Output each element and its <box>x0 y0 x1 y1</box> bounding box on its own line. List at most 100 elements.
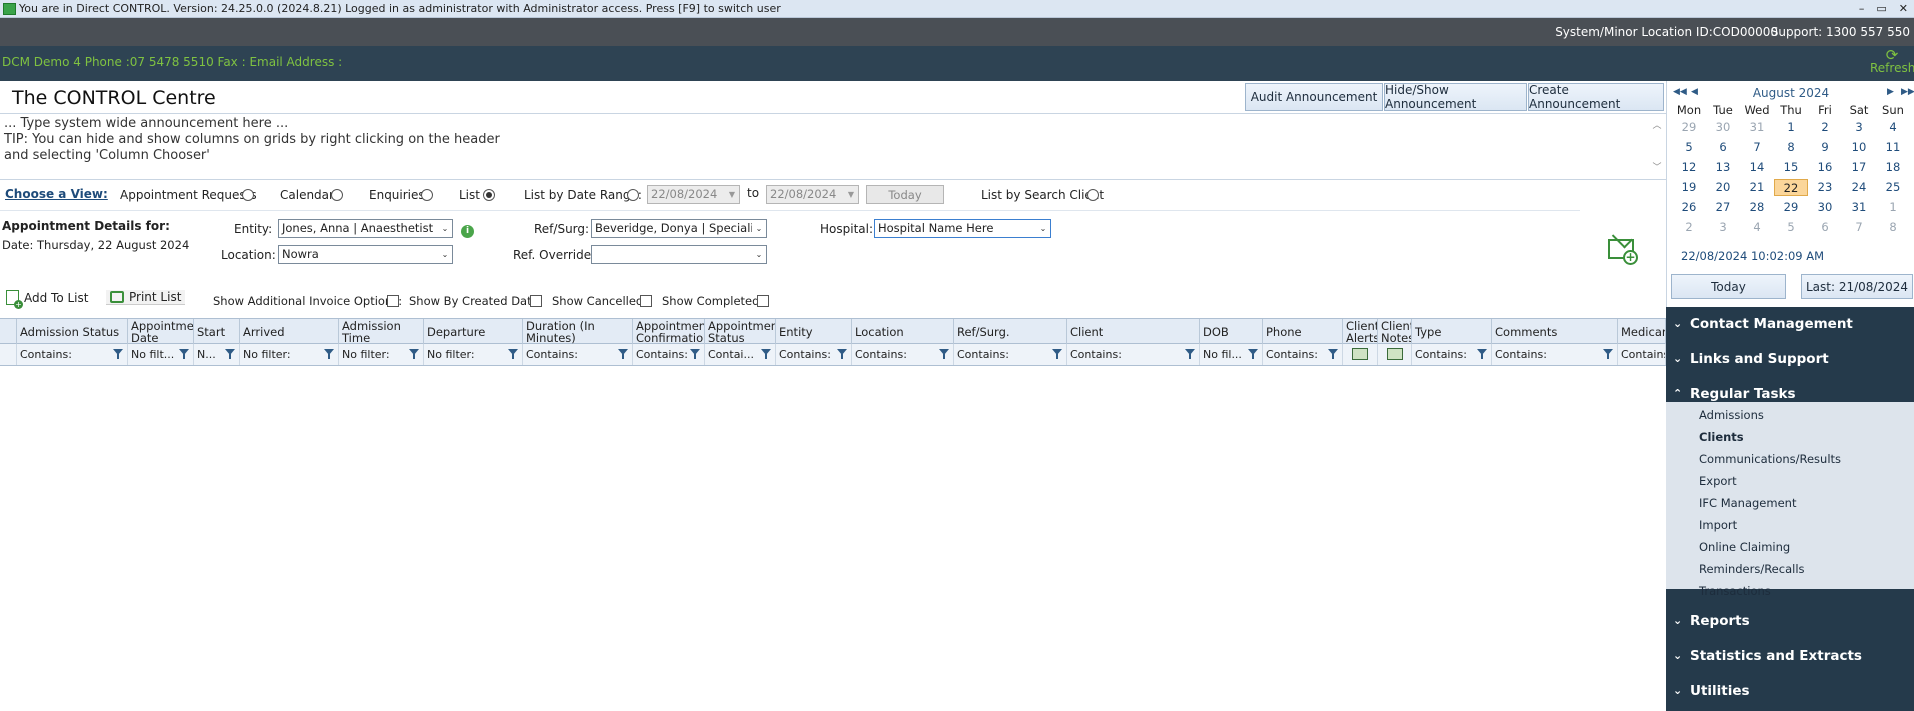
calendar-day[interactable]: 2 <box>1808 119 1842 136</box>
hospital-select[interactable]: Hospital Name Here ⌄ <box>874 219 1051 238</box>
column-filter-cell[interactable] <box>1378 344 1412 365</box>
column-filter-cell[interactable]: No filter: <box>424 344 523 365</box>
column-header[interactable]: Client Alerts <box>1343 319 1378 344</box>
nav-item-ifc-management[interactable]: IFC Management <box>1699 496 1796 510</box>
filter-icon[interactable] <box>1248 349 1258 359</box>
column-filter-cell[interactable]: Contains: <box>1067 344 1200 365</box>
calendar-day[interactable]: 31 <box>1740 119 1774 136</box>
column-filter-cell[interactable]: Contai... <box>705 344 776 365</box>
filter-icon[interactable] <box>618 349 628 359</box>
location-select[interactable]: Nowra ⌄ <box>278 245 453 264</box>
filter-icon[interactable] <box>690 349 700 359</box>
hide-show-announcement-button[interactable]: Hide/Show Announcement <box>1384 83 1527 111</box>
nav-section-contact-management[interactable]: ⌄ Contact Management <box>1666 310 1914 338</box>
filter-icon[interactable] <box>1052 349 1062 359</box>
nav-section-statistics-extracts[interactable]: ⌄ Statistics and Extracts <box>1666 642 1914 670</box>
nav-section-utilities[interactable]: ⌄ Utilities <box>1666 677 1914 705</box>
column-header[interactable]: Departure <box>424 319 523 344</box>
nav-item-communications-results[interactable]: Communications/Results <box>1699 452 1841 466</box>
column-filter-cell[interactable]: No fil... <box>1200 344 1263 365</box>
column-header[interactable]: Appointment Confirmation <box>633 319 705 344</box>
nav-item-online-claiming[interactable]: Online Claiming <box>1699 540 1790 554</box>
chevron-down-icon[interactable]: ⌄ <box>752 246 766 263</box>
column-filter-cell[interactable]: No filter: <box>240 344 339 365</box>
view-date-range-radio[interactable] <box>627 189 639 201</box>
calendar-day[interactable]: 6 <box>1808 219 1842 236</box>
calendar-day[interactable]: 26 <box>1672 199 1706 216</box>
column-header[interactable]: Admission Time <box>339 319 424 344</box>
entity-select[interactable]: Jones, Anna | Anaesthetist | TBA ⌄ <box>278 219 453 238</box>
scroll-up-icon[interactable]: ︿ <box>1652 118 1661 134</box>
chevron-down-icon[interactable]: ⌄ <box>752 220 766 237</box>
client-alerts-icon[interactable] <box>1352 348 1368 360</box>
filter-icon[interactable] <box>324 349 334 359</box>
column-filter-cell[interactable]: N... <box>194 344 240 365</box>
nav-item-reminders-recalls[interactable]: Reminders/Recalls <box>1699 562 1805 576</box>
chevron-down-icon[interactable]: ⌄ <box>1036 220 1050 237</box>
column-filter-cell[interactable]: Contains <box>1618 344 1666 365</box>
filter-icon[interactable] <box>1185 349 1195 359</box>
view-calendar-radio[interactable] <box>331 189 343 201</box>
next-month-icon[interactable]: ▶ <box>1887 87 1894 97</box>
calendar-day[interactable]: 9 <box>1808 139 1842 156</box>
chevron-down-icon[interactable]: ▼ <box>725 186 739 203</box>
calendar-day[interactable]: 7 <box>1842 219 1876 236</box>
column-header[interactable]: Appointment Date <box>128 319 194 344</box>
column-header[interactable]: Phone <box>1263 319 1343 344</box>
info-icon[interactable]: i <box>461 225 474 238</box>
nav-section-links-support[interactable]: ⌄ Links and Support <box>1666 345 1914 373</box>
calendar-day[interactable]: 12 <box>1672 159 1706 176</box>
nav-section-reports[interactable]: ⌄ Reports <box>1666 607 1914 635</box>
filter-icon[interactable] <box>939 349 949 359</box>
column-header[interactable]: Type <box>1412 319 1492 344</box>
calendar-day[interactable]: 30 <box>1808 199 1842 216</box>
calendar-day[interactable]: 18 <box>1876 159 1910 176</box>
calendar-day[interactable]: 28 <box>1740 199 1774 216</box>
maximize-button[interactable]: ▭ <box>1876 0 1886 18</box>
calendar-day[interactable]: 6 <box>1706 139 1740 156</box>
column-header[interactable]: Client Notes <box>1378 319 1412 344</box>
calendar-day[interactable]: 29 <box>1672 119 1706 136</box>
column-header[interactable]: Location <box>852 319 954 344</box>
ref-surg-select[interactable]: Beveridge, Donya | Specialist | T ⌄ <box>591 219 767 238</box>
view-search-client-radio[interactable] <box>1087 189 1099 201</box>
calendar-day[interactable]: 8 <box>1774 139 1808 156</box>
filter-icon[interactable] <box>1477 349 1487 359</box>
nav-item-import[interactable]: Import <box>1699 518 1737 532</box>
column-header[interactable]: Duration (In Minutes) <box>523 319 633 344</box>
column-filter-cell[interactable]: No filt... <box>128 344 194 365</box>
nav-item-transactions[interactable]: Transactions <box>1699 584 1771 598</box>
calendar-day[interactable]: 14 <box>1740 159 1774 176</box>
calendar-day[interactable]: 17 <box>1842 159 1876 176</box>
column-filter-cell[interactable]: Contains: <box>954 344 1067 365</box>
column-header[interactable]: Entity <box>776 319 852 344</box>
view-appointment-requests-radio[interactable] <box>242 189 254 201</box>
column-header[interactable]: Start <box>194 319 240 344</box>
calendar-day[interactable]: 15 <box>1774 159 1808 176</box>
calendar-day[interactable]: 21 <box>1740 179 1774 196</box>
calendar-day[interactable]: 7 <box>1740 139 1774 156</box>
date-to-picker[interactable]: 22/08/2024 ▼ <box>766 185 859 204</box>
calendar-day[interactable]: 4 <box>1876 119 1910 136</box>
nav-item-admissions[interactable]: Admissions <box>1699 408 1764 422</box>
chevron-down-icon[interactable]: ▼ <box>844 186 858 203</box>
column-filter-cell[interactable]: Contains: <box>1263 344 1343 365</box>
calendar-last-button[interactable]: Last: 21/08/2024 <box>1801 274 1913 299</box>
column-filter-cell[interactable] <box>1343 344 1378 365</box>
column-header[interactable]: Appointment Status <box>705 319 776 344</box>
minimize-button[interactable]: – <box>1859 0 1865 18</box>
chevron-down-icon[interactable]: ⌄ <box>438 220 452 237</box>
calendar-day[interactable]: 11 <box>1876 139 1910 156</box>
calendar-day[interactable]: 24 <box>1842 179 1876 196</box>
announcement-scrollbar[interactable]: ︿ ﹀ <box>1652 118 1662 176</box>
column-header[interactable]: Client <box>1067 319 1200 344</box>
ref-override-select[interactable]: ⌄ <box>591 245 767 264</box>
calendar-day[interactable]: 19 <box>1672 179 1706 196</box>
next-year-icon[interactable]: ▶▶ <box>1901 87 1914 97</box>
nav-item-export[interactable]: Export <box>1699 474 1737 488</box>
show-created-date-checkbox[interactable] <box>530 295 542 307</box>
filter-icon[interactable] <box>409 349 419 359</box>
column-header[interactable]: Comments <box>1492 319 1618 344</box>
column-filter-cell[interactable]: Contains: <box>776 344 852 365</box>
column-filter-cell[interactable]: No filter: <box>339 344 424 365</box>
